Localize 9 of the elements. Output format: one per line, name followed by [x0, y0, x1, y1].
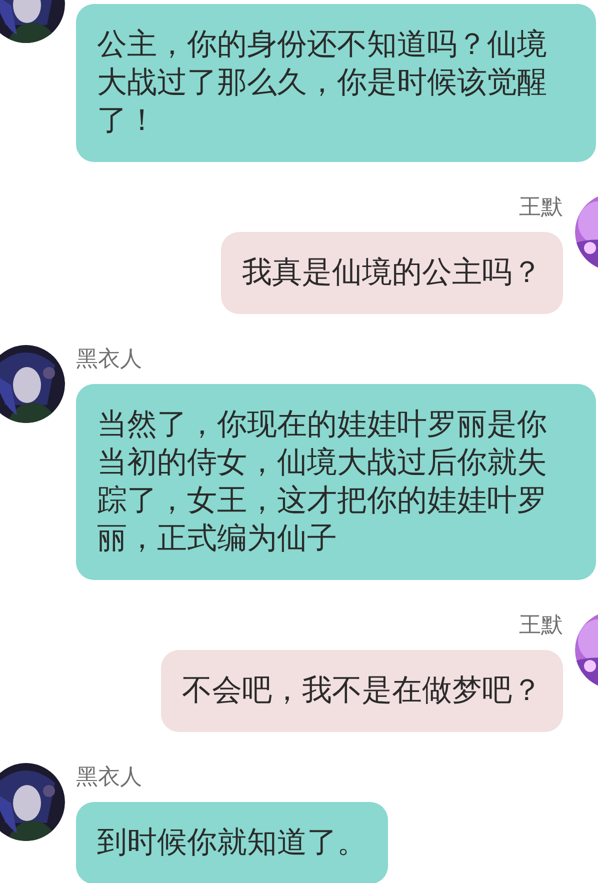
message-bubble: 不会吧，我不是在做梦吧？: [161, 650, 563, 732]
sender-name: 王默: [519, 611, 563, 639]
message-bubble: 我真是仙境的公主吗？: [221, 232, 563, 314]
message-bubble: 公主，你的身份还不知道吗？仙境大战过了那么久，你是时候该觉醒了！: [76, 4, 596, 162]
sender-name: 黑衣人: [76, 345, 142, 373]
sender-name: 黑衣人: [76, 763, 142, 791]
message-bubble: 当然了，你现在的娃娃叶罗丽是你当初的侍女，仙境大战过后你就失踪了，女王，这才把你的娃娃叶罗丽，正式编为仙子: [76, 384, 596, 580]
sender-name: 王默: [519, 193, 563, 221]
message-bubble: 到时候你就知道了。: [76, 802, 388, 883]
